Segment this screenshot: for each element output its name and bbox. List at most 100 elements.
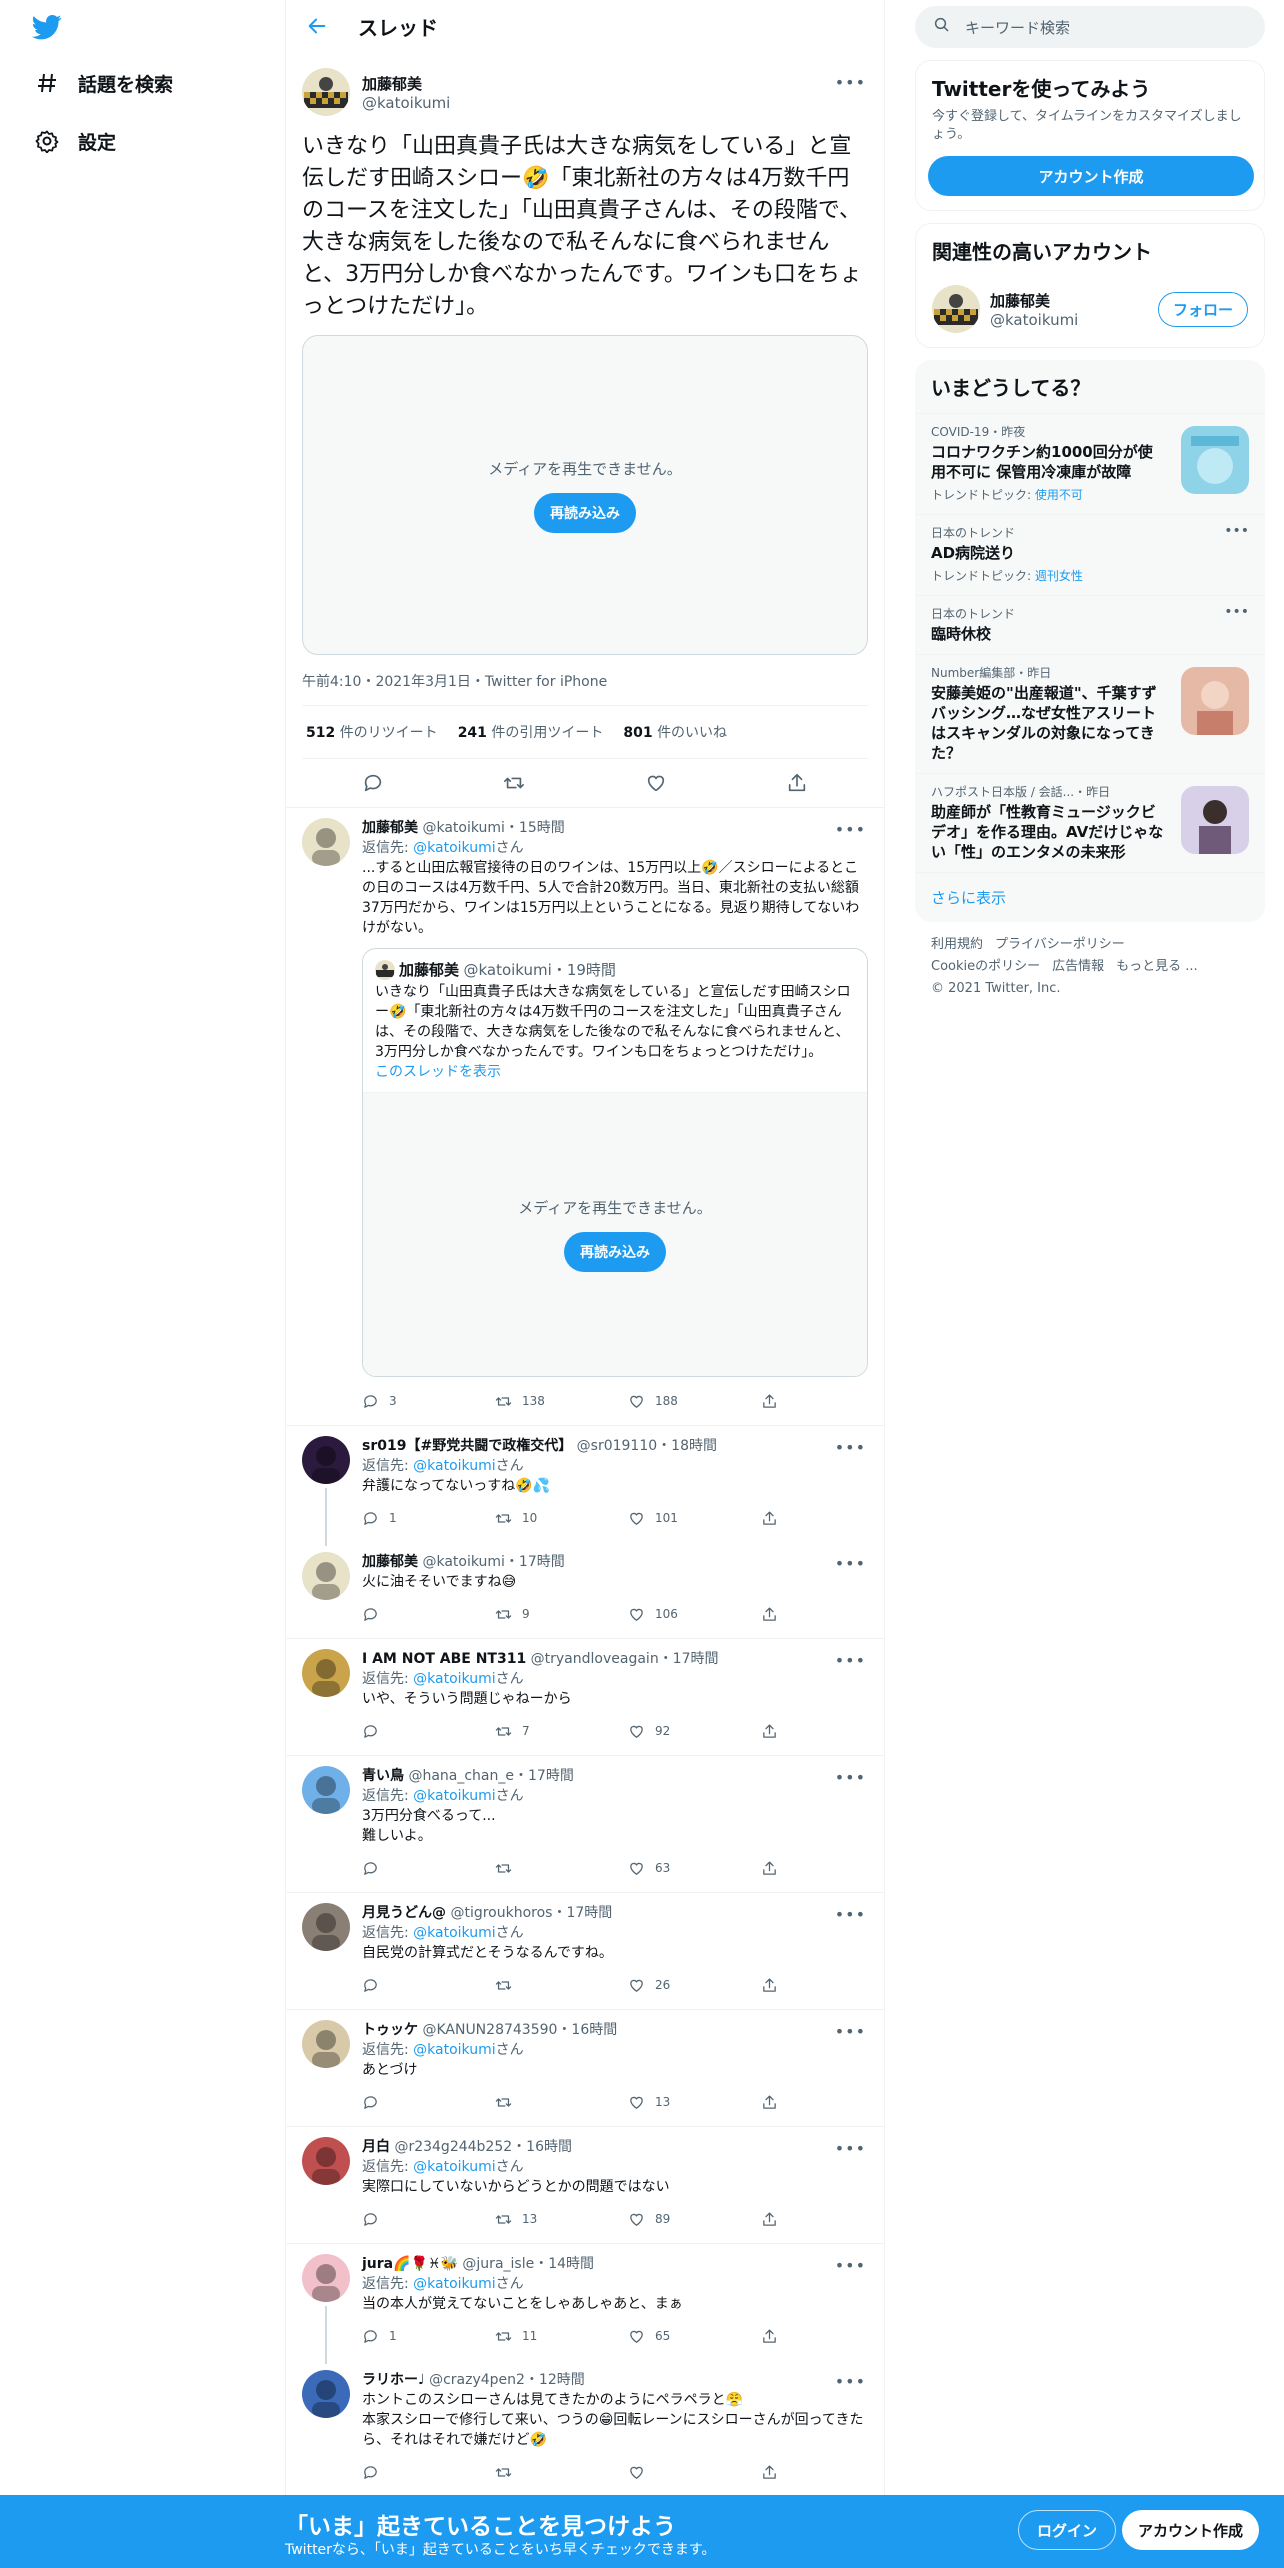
author-handle[interactable]: @sr019110: [577, 1438, 658, 1454]
author-handle[interactable]: @crazy4pen2: [429, 2372, 525, 2388]
reply-button[interactable]: [362, 1977, 495, 1994]
trend-item[interactable]: 日本のトレンド AD病院送り トレンドトピック: 週刊女性 •••: [915, 514, 1265, 595]
author-handle[interactable]: @katoikumi: [362, 94, 450, 112]
replying-to-link[interactable]: @katoikumi: [413, 2042, 495, 2058]
trend-item[interactable]: ハフポスト日本版 / 会話...・昨日 助産師が「性教育ミュージックビデオ」を作…: [915, 773, 1265, 872]
reply-button[interactable]: 1: [362, 1510, 495, 1527]
reply-tweet[interactable]: トゥッケ @KANUN28743590・16時間 返信先: @katoikumiさ…: [286, 2010, 884, 2127]
like-button[interactable]: 26: [628, 1977, 761, 1994]
retweet-button[interactable]: [495, 2464, 628, 2481]
show-more-link[interactable]: さらに表示: [915, 872, 1265, 922]
more-icon[interactable]: •••: [1224, 523, 1249, 539]
author-name[interactable]: sr019【#野党共闘で政権交代】: [362, 1438, 572, 1454]
like-button[interactable]: 89: [628, 2211, 761, 2228]
author-handle[interactable]: @hana_chan_e: [408, 1768, 514, 1784]
author-handle[interactable]: @tryandloveagain: [531, 1651, 659, 1667]
author-name[interactable]: jura🌈🌹♓🐝: [362, 2256, 458, 2272]
more-icon[interactable]: •••: [835, 1768, 866, 1787]
avatar[interactable]: [302, 68, 350, 116]
reply-time[interactable]: ・17時間: [659, 1651, 719, 1667]
more-icon[interactable]: •••: [835, 1438, 866, 1457]
reply-button[interactable]: 3: [362, 1393, 495, 1410]
more-icon[interactable]: •••: [835, 820, 866, 839]
avatar[interactable]: [302, 2020, 350, 2068]
replying-to-link[interactable]: @katoikumi: [413, 1671, 495, 1687]
like-button[interactable]: [628, 2464, 761, 2481]
like-button[interactable]: 92: [628, 1723, 761, 1740]
footer-link[interactable]: 利用規約: [931, 937, 983, 952]
avatar[interactable]: [302, 2137, 350, 2185]
more-icon[interactable]: •••: [835, 73, 866, 92]
share-button[interactable]: [761, 2464, 788, 2481]
author-handle[interactable]: @jura_isle: [462, 2256, 534, 2272]
share-button[interactable]: [761, 2211, 788, 2228]
like-button[interactable]: 188: [628, 1393, 761, 1410]
reply-button[interactable]: [362, 2464, 495, 2481]
more-icon[interactable]: •••: [835, 2256, 866, 2275]
trend-item[interactable]: 日本のトレンド 臨時休校 •••: [915, 595, 1265, 654]
like-button[interactable]: 101: [628, 1510, 761, 1527]
retweet-button[interactable]: [495, 1860, 628, 1877]
share-button[interactable]: [761, 1977, 788, 1994]
reply-tweet[interactable]: 加藤郁美 @katoikumi・17時間 火に油そそいでますね😅 9 106 •••: [286, 1542, 884, 1639]
more-icon[interactable]: •••: [835, 1554, 866, 1573]
reply-time[interactable]: ・12時間: [525, 2372, 585, 2388]
replying-to-link[interactable]: @katoikumi: [413, 1925, 495, 1941]
reply-button[interactable]: [362, 1606, 495, 1623]
reply-button[interactable]: [362, 1723, 495, 1740]
share-button[interactable]: [761, 1393, 788, 1410]
author-name[interactable]: 青い鳥: [362, 1768, 404, 1784]
trend-item[interactable]: Number編集部・昨日 安藤美姫の"出産報道"、千葉すずバッシング…なぜ女性ア…: [915, 654, 1265, 773]
retweet-button[interactable]: 138: [495, 1393, 628, 1410]
replying-to-link[interactable]: @katoikumi: [413, 2159, 495, 2175]
footer-link[interactable]: 広告情報: [1052, 959, 1104, 974]
reply-icon[interactable]: [362, 772, 384, 794]
avatar[interactable]: [302, 2254, 350, 2302]
show-thread-link[interactable]: このスレッドを表示: [363, 1062, 867, 1092]
author-name[interactable]: 加藤郁美: [362, 73, 450, 94]
replying-to-link[interactable]: @katoikumi: [413, 1458, 495, 1474]
avatar[interactable]: [932, 285, 980, 333]
reply-time[interactable]: ・14時間: [534, 2256, 594, 2272]
more-icon[interactable]: •••: [835, 1651, 866, 1670]
footer-link[interactable]: Cookieのポリシー: [931, 959, 1040, 974]
avatar[interactable]: [302, 2370, 350, 2418]
replying-to-link[interactable]: @katoikumi: [413, 840, 495, 856]
quote-stat[interactable]: 241 件の引用ツイート: [458, 722, 604, 742]
author-name[interactable]: 月見うどん@: [362, 1905, 446, 1921]
share-button[interactable]: [761, 1606, 788, 1623]
replying-to-link[interactable]: @katoikumi: [413, 1788, 495, 1804]
footer-link[interactable]: もっと見る ...: [1116, 959, 1198, 974]
more-icon[interactable]: •••: [835, 1905, 866, 1924]
nav-explore[interactable]: 話題を検索: [34, 65, 173, 101]
quoted-tweet[interactable]: 加藤郁美 @katoikumi ・19時間 いきなり「山田真貴子氏は大きな病気をして…: [362, 948, 868, 1377]
author-name[interactable]: 加藤郁美: [362, 1554, 418, 1570]
reply-time[interactable]: ・16時間: [512, 2139, 572, 2155]
signup-button[interactable]: アカウント作成: [928, 156, 1254, 196]
avatar[interactable]: [302, 1649, 350, 1697]
twitter-logo-icon[interactable]: [30, 12, 64, 42]
more-icon[interactable]: •••: [1224, 604, 1249, 620]
retweet-button[interactable]: 13: [495, 2211, 628, 2228]
back-arrow-icon[interactable]: [306, 15, 330, 39]
related-account[interactable]: 加藤郁美 @katoikumi フォロー: [916, 277, 1264, 347]
retweet-button[interactable]: 11: [495, 2328, 628, 2345]
reply-tweet[interactable]: 月見うどん@ @tigroukhoros・17時間 返信先: @katoikumi…: [286, 1893, 884, 2010]
reply-tweet[interactable]: 月白 @r234g244b252・16時間 返信先: @katoikumiさん 実際…: [286, 2127, 884, 2244]
like-button[interactable]: 63: [628, 1860, 761, 1877]
share-button[interactable]: [761, 1860, 788, 1877]
retweet-button[interactable]: 9: [495, 1606, 628, 1623]
reply-time[interactable]: ・17時間: [552, 1905, 612, 1921]
retweet-button[interactable]: [495, 2094, 628, 2111]
like-button[interactable]: 13: [628, 2094, 761, 2111]
more-icon[interactable]: •••: [835, 2139, 866, 2158]
author-handle[interactable]: @r234g244b252: [394, 2139, 512, 2155]
reply-button[interactable]: 1: [362, 2328, 495, 2345]
like-stat[interactable]: 801 件のいいね: [623, 722, 727, 742]
reply-tweet[interactable]: 青い鳥 @hana_chan_e・17時間 返信先: @katoikumiさん 3万…: [286, 1756, 884, 1893]
retweet-button[interactable]: [495, 1977, 628, 1994]
author-handle[interactable]: @KANUN28743590: [422, 2022, 557, 2038]
like-icon[interactable]: [645, 772, 667, 794]
author-name[interactable]: 月白: [362, 2139, 390, 2155]
reply-button[interactable]: [362, 1860, 495, 1877]
